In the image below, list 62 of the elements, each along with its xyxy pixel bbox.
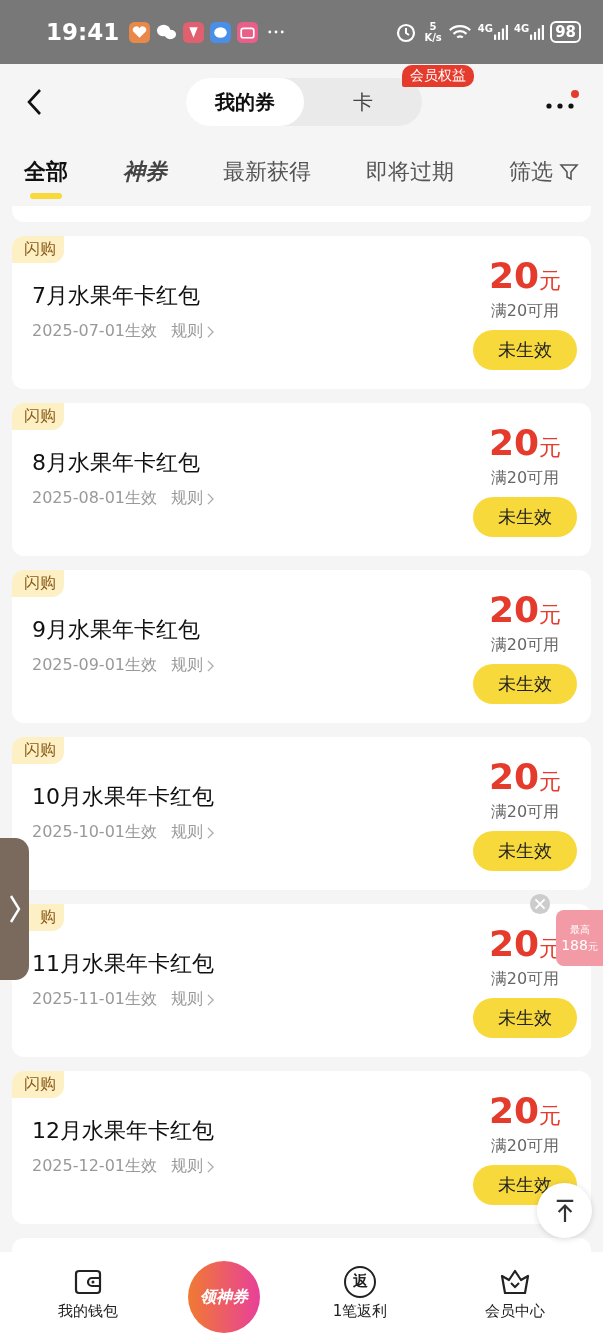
cellular-signal: 4G <box>477 23 508 41</box>
side-drawer-handle[interactable] <box>0 838 29 980</box>
coupon-title: 11月水果年卡红包 <box>32 950 214 978</box>
video-app-icon <box>237 21 259 43</box>
coupon-status-button[interactable]: 未生效 <box>473 830 577 871</box>
nav-item[interactable]: 我的钱包 <box>32 1264 143 1322</box>
chevron-right-icon <box>207 826 214 839</box>
heart-app-icon <box>129 21 151 43</box>
coupon-amount: 20元 <box>488 255 562 298</box>
coupon-tag: 闪购 <box>12 403 64 430</box>
coupon-condition: 满20可用 <box>490 467 560 489</box>
coupon-status-button[interactable]: 未生效 <box>473 329 577 370</box>
coupon-date: 2025-08-01生效 <box>32 488 157 509</box>
coupon-status-button[interactable]: 未生效 <box>473 496 577 537</box>
coupon-date: 2025-12-01生效 <box>32 1156 157 1177</box>
coupon-tag: 闪购 <box>12 236 64 263</box>
member-badge: 会员权益 <box>401 65 474 87</box>
filter-tab[interactable]: 筛选 <box>509 147 579 199</box>
chevron-right-icon <box>207 993 214 1006</box>
more-notifications-icon <box>268 30 285 34</box>
back-icon[interactable] <box>26 88 44 116</box>
chevron-right-icon <box>8 894 21 924</box>
coupon-amount: 20元 <box>488 1090 562 1133</box>
filter-tab[interactable]: 神券 <box>123 147 168 199</box>
coupon-title: 10月水果年卡红包 <box>32 783 214 811</box>
coupon-date: 2025-09-01生效 <box>32 655 157 676</box>
coupon-tag: 闪购 <box>12 570 64 597</box>
coupon-title: 12月水果年卡红包 <box>32 1117 214 1145</box>
cellular-signal: 4G <box>513 23 545 41</box>
chevron-right-icon <box>207 1160 214 1173</box>
coupon-tag: 闪购 <box>12 737 64 764</box>
coupon-amount: 20元 <box>488 589 562 632</box>
filter-icon <box>559 162 579 182</box>
coupon-date: 2025-10-01生效 <box>32 822 157 843</box>
coupon-condition: 满20可用 <box>490 968 560 990</box>
coupon-condition: 满20可用 <box>490 300 560 322</box>
coupon-title: 9月水果年卡红包 <box>32 616 201 644</box>
filter-tab[interactable]: 全部 <box>24 147 68 199</box>
coupon-tag: 闪购 <box>12 1071 64 1098</box>
coupon-condition: 满20可用 <box>490 634 560 656</box>
chevron-right-icon <box>207 492 214 505</box>
coupon-amount: 20元 <box>488 422 562 465</box>
message-app-icon <box>210 21 232 43</box>
coupon-title: 8月水果年卡红包 <box>32 449 201 477</box>
coupon-status-button[interactable]: 未生效 <box>473 997 577 1038</box>
nav-item[interactable]: 返 1笔返利 <box>305 1264 416 1322</box>
chevron-right-icon <box>207 325 214 338</box>
coupon-amount: 20元 <box>488 756 562 799</box>
coupon-condition: 满20可用 <box>490 1135 560 1157</box>
nav-item[interactable]: 会员中心 <box>460 1264 571 1322</box>
coupon-date: 2025-07-01生效 <box>32 321 157 342</box>
chevron-right-icon <box>207 659 214 672</box>
coupon-status-button[interactable]: 未生效 <box>473 663 577 704</box>
filter-tab[interactable]: 最新获得 <box>222 147 311 199</box>
battery-level: 98 <box>550 21 581 43</box>
coupon-title: 7月水果年卡红包 <box>32 282 201 310</box>
network-speed: 5 K/s <box>424 21 442 43</box>
segment-tab[interactable]: 我的券 <box>185 78 304 126</box>
coupon-condition: 满20可用 <box>490 801 560 823</box>
filter-tab[interactable]: 即将过期 <box>365 147 454 199</box>
clock: 19:41 <box>46 19 120 45</box>
coupon-date: 2025-11-01生效 <box>32 989 157 1010</box>
